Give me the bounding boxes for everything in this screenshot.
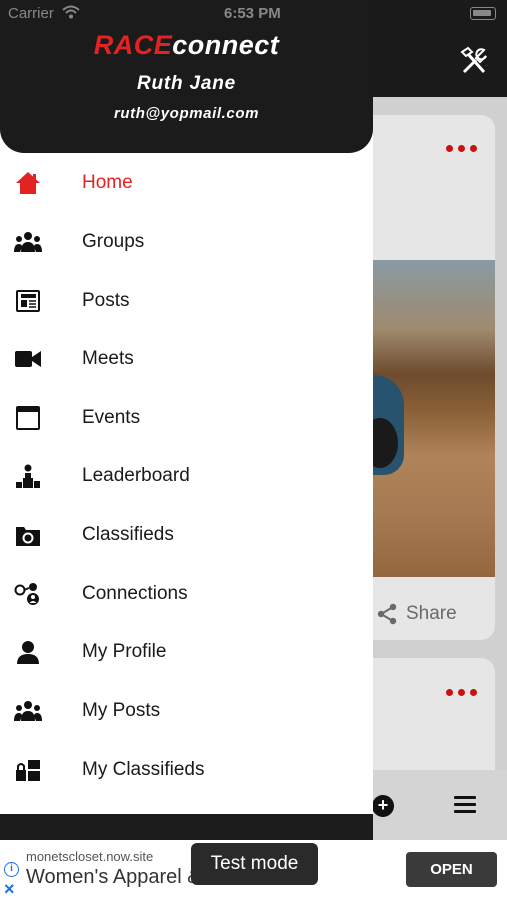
ad-open-button[interactable]: OPEN	[406, 852, 497, 887]
menu-item-label: My Profile	[82, 641, 167, 662]
menu-item-my-posts[interactable]: My Posts	[0, 686, 373, 736]
battery-icon	[470, 7, 496, 20]
menu-item-label: Posts	[82, 290, 130, 311]
menu-item-my-classifieds[interactable]: My Classifieds	[0, 745, 373, 795]
tools-icon[interactable]	[458, 46, 490, 76]
close-icon[interactable]: ×	[4, 879, 15, 900]
menu-item-classifieds[interactable]: Classifieds	[0, 510, 373, 560]
menu-item-label: Leaderboard	[82, 465, 190, 486]
menu-item-home[interactable]: Home	[0, 158, 373, 208]
podium-icon	[14, 462, 42, 490]
folder-icon	[14, 521, 42, 549]
menu-item-label: Meets	[82, 348, 134, 369]
home-icon	[14, 169, 42, 197]
wifi-icon	[62, 5, 80, 19]
app-logo: RACEconnect	[93, 30, 280, 60]
test-mode-badge: Test mode	[191, 843, 318, 885]
status-time: 6:53 PM	[224, 5, 281, 22]
info-icon[interactable]: i	[4, 862, 19, 877]
user-name: Ruth Jane	[136, 73, 237, 94]
menu-item-events[interactable]: Events	[0, 393, 373, 443]
menu-item-label: My Posts	[82, 700, 161, 721]
person-icon	[14, 638, 42, 666]
more-dots-icon[interactable]	[446, 145, 477, 152]
groups-icon	[14, 697, 42, 725]
menu-item-label: Connections	[82, 583, 188, 604]
menu-item-groups[interactable]: Groups	[0, 217, 373, 267]
menu-item-meets[interactable]: Meets	[0, 334, 373, 384]
share-label: Share	[406, 603, 457, 624]
my-classifieds-icon	[14, 756, 42, 784]
navigation-drawer: RACEconnect Ruth Jane ruth@yopmail.com H…	[0, 0, 373, 840]
connections-icon	[14, 580, 42, 608]
more-dots-icon[interactable]	[446, 689, 477, 696]
video-camera-icon	[14, 345, 42, 373]
menu-item-connections[interactable]: Connections	[0, 569, 373, 619]
menu-item-label: Groups	[82, 231, 145, 252]
calendar-window-icon	[14, 404, 42, 432]
groups-icon	[14, 228, 42, 256]
menu-item-label: Events	[82, 407, 141, 428]
menu-item-my-profile[interactable]: My Profile	[0, 627, 373, 677]
menu-item-label: My Classifieds	[82, 759, 205, 780]
add-circle-icon[interactable]: +	[372, 795, 394, 817]
newspaper-icon	[14, 287, 42, 315]
status-carrier: Carrier	[8, 5, 54, 22]
menu-item-label: Home	[82, 172, 133, 193]
share-icon	[377, 603, 397, 625]
hamburger-menu-icon[interactable]	[454, 796, 476, 814]
menu-item-leaderboard[interactable]: Leaderboard	[0, 451, 373, 501]
ad-domain: monetscloset.now.site	[26, 849, 154, 864]
user-email: ruth@yopmail.com	[113, 105, 260, 122]
share-button[interactable]: Share	[376, 603, 457, 625]
menu-item-label: Classifieds	[82, 524, 174, 545]
menu-item-posts[interactable]: Posts	[0, 276, 373, 326]
drawer-footer	[0, 814, 373, 840]
status-bar: Carrier 6:53 PM	[0, 0, 507, 28]
